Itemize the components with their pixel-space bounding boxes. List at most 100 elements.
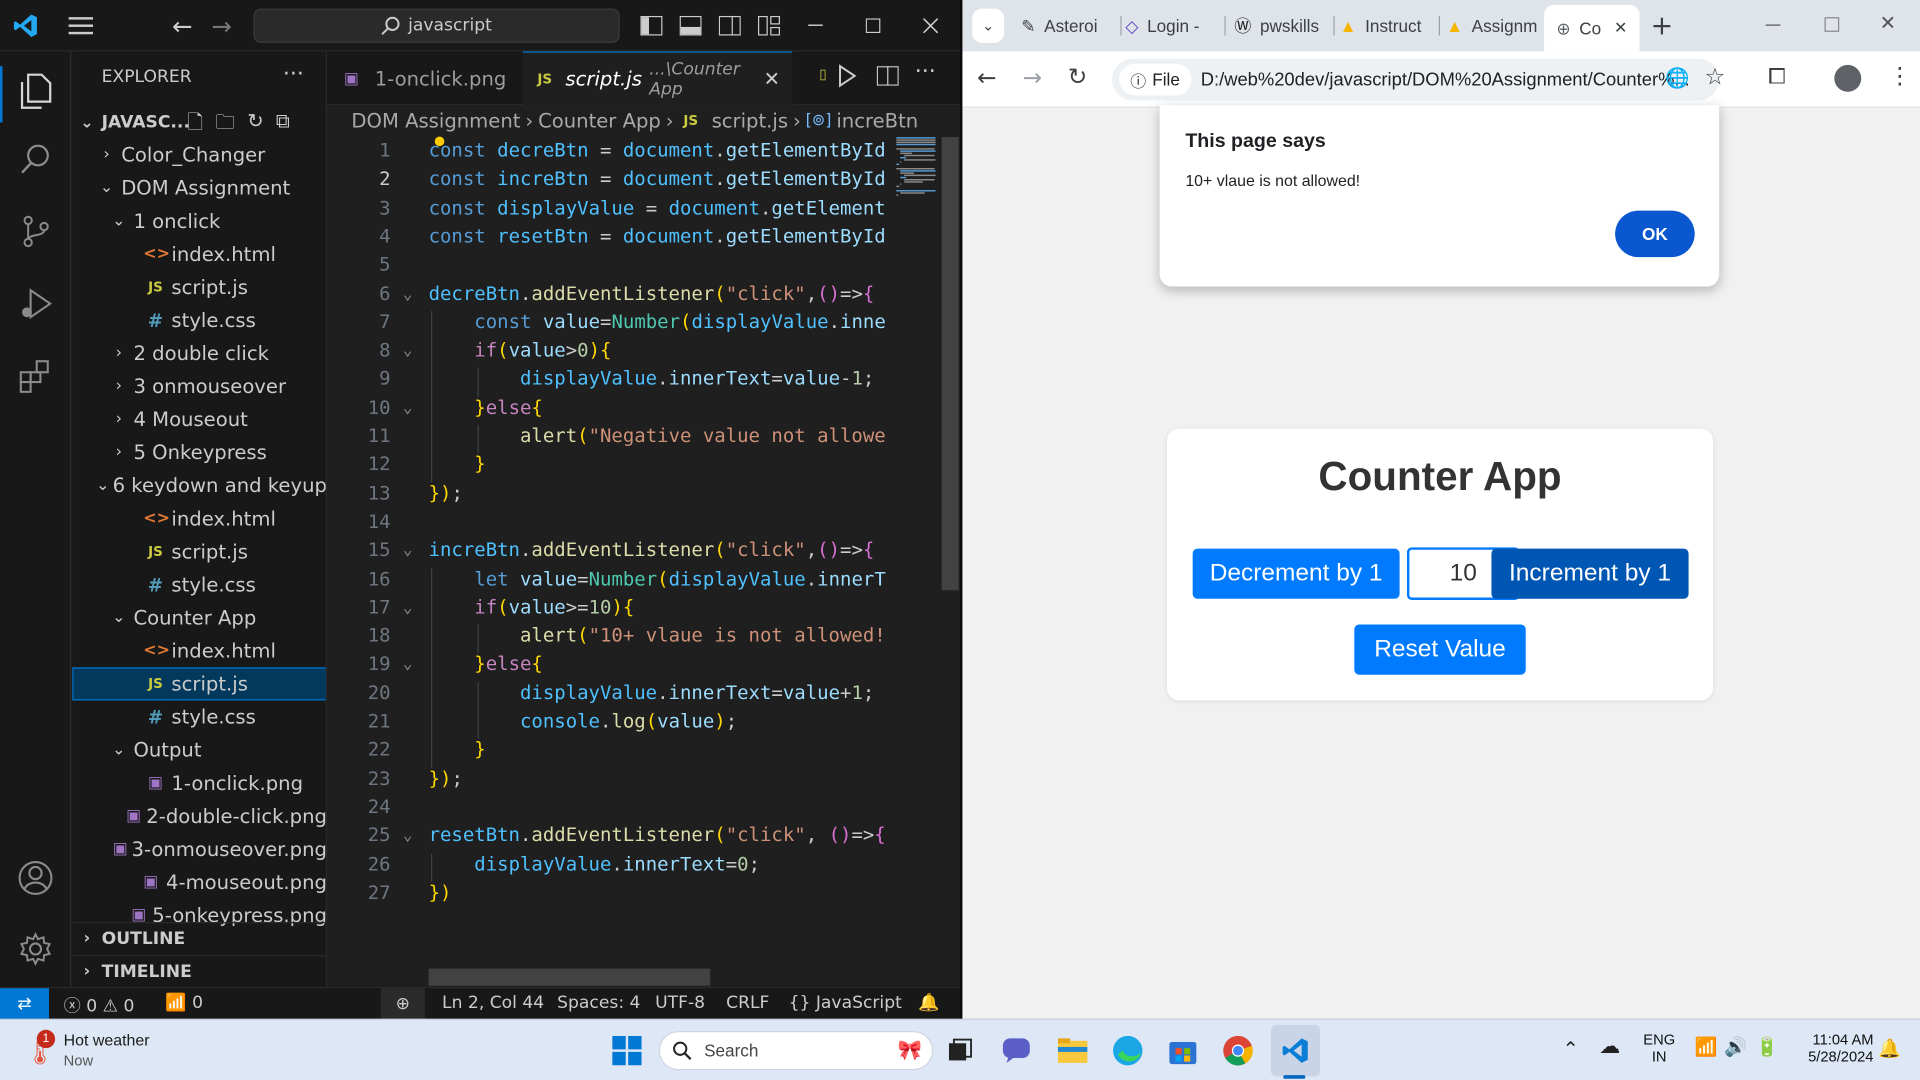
fold-chevron-icon[interactable]: ⌄ [403,399,413,417]
tree-folder[interactable]: › 5 Onkeypress [72,436,325,469]
browser-tab[interactable]: Ⓦpwskills [1234,10,1335,42]
browser-tab[interactable]: ▲ Assignm [1446,10,1547,42]
timeline-section[interactable]: › TIMELINE [72,955,326,987]
tree-folder[interactable]: › 3 onmouseover [72,370,325,403]
onedrive-offline-icon[interactable]: ☁ [1599,1035,1620,1059]
task-view-icon[interactable] [940,1031,979,1070]
tree-folder[interactable]: › Color_Changer [72,138,325,171]
tree-file[interactable]: ▣ 1-onclick.png [72,767,325,800]
tree-file[interactable]: JS script.js [72,667,326,701]
windows-start-icon[interactable] [607,1031,646,1070]
tab-close-icon[interactable]: ✕ [764,67,780,90]
new-tab-icon[interactable]: + [1651,11,1674,42]
indentation[interactable]: Spaces: 4 [557,993,640,1013]
forward-arrow-icon[interactable]: → [1022,65,1041,92]
accounts-icon[interactable] [15,857,57,899]
minimap[interactable] [894,135,943,196]
code-editor[interactable]: 1 const decreBtn = document.getElementByI… [327,135,939,980]
microsoft-store-icon[interactable] [1163,1031,1202,1070]
breadcrumb-item[interactable]: DOM Assignment [351,108,520,131]
show-hidden-icons-chevron-icon[interactable]: ⌃ [1562,1037,1578,1061]
chrome-taskbar-icon[interactable] [1218,1031,1257,1070]
fold-chevron-icon[interactable]: ⌄ [403,656,413,674]
tree-file[interactable]: # style.css [72,304,325,337]
volume-icon[interactable]: 🔊 [1724,1036,1747,1058]
tab-overflow-icon[interactable]: ▯ [819,66,826,82]
ports-indicator[interactable]: 📶 0 [165,993,203,1013]
back-arrow-icon[interactable]: ← [169,11,196,40]
split-editor-icon[interactable] [876,66,899,90]
remote-indicator-icon[interactable]: ⇄ [0,988,49,1019]
battery-icon[interactable]: 🔋 [1756,1036,1779,1058]
tree-file[interactable]: ▣ 3-onmouseover.png [72,833,326,866]
maximize-icon[interactable] [1824,17,1840,32]
vscode-taskbar-icon[interactable] [1276,1031,1315,1070]
browser-tab[interactable]: ▲ Instruct [1340,10,1441,42]
close-icon[interactable] [917,12,944,39]
reset-button[interactable]: Reset Value [1354,624,1526,675]
tree-file[interactable]: # style.css [72,700,325,733]
tree-folder[interactable]: ⌄ Counter App [72,601,325,634]
cursor-position[interactable]: Ln 2, Col 44 [442,993,544,1013]
minimize-icon[interactable] [802,12,829,39]
tree-folder[interactable]: ⌄ 6 keydown and keyup [72,469,326,502]
problems-indicator[interactable]: ⓧ 0 ⚠ 0 [64,993,135,1017]
maximize-icon[interactable] [860,12,887,39]
kebab-menu-icon[interactable]: ⋮ [1888,62,1911,89]
wifi-icon[interactable]: 📶 [1695,1036,1718,1058]
outline-section[interactable]: › OUTLINE [72,922,326,954]
increment-button[interactable]: Increment by 1 [1491,548,1689,599]
customize-layout-icon[interactable] [756,12,783,39]
more-actions-icon[interactable]: ··· [283,61,304,87]
new-folder-icon[interactable]: 🗀 [215,109,235,142]
scrollbar-thumb[interactable] [941,137,959,591]
tree-file[interactable]: ▣ 2-double-click.png [72,800,326,833]
vertical-scrollbar[interactable] [939,134,961,980]
toggle-secondary-sidebar-icon[interactable] [716,12,743,39]
refresh-icon[interactable]: ↻ [247,109,263,142]
language-indicator[interactable]: ENG IN [1643,1031,1675,1065]
tree-folder[interactable]: ⌄ Output [72,733,325,766]
tab-search-icon[interactable]: ⌄ [972,8,1005,43]
manage-gear-icon[interactable] [15,928,57,970]
translate-icon[interactable]: 🌐 [1665,66,1689,89]
clock[interactable]: 11:04 AM 5/28/2024 [1793,1031,1873,1065]
reload-icon[interactable]: ↻ [1068,64,1087,91]
breadcrumb-item[interactable]: script.js [712,108,788,131]
tree-file[interactable]: <> index.html [72,634,325,667]
extensions-puzzle-icon[interactable]: ⧠ [1768,64,1786,90]
ok-button[interactable]: OK [1615,210,1695,258]
bookmark-star-icon[interactable]: ☆ [1705,64,1726,91]
tree-file[interactable]: JS script.js [72,535,325,568]
forward-arrow-icon[interactable]: → [208,11,235,40]
notifications-bell-icon[interactable]: 🔔 [918,993,939,1013]
minimize-icon[interactable] [1765,24,1781,26]
fold-chevron-icon[interactable]: ⌄ [403,599,413,617]
tree-folder[interactable]: › 2 double click [72,337,325,370]
file-explorer-icon[interactable] [1053,1031,1092,1070]
tree-file[interactable]: # style.css [72,568,325,601]
decrement-button[interactable]: Decrement by 1 [1192,548,1400,599]
tree-folder[interactable]: ⌄ DOM Assignment [72,171,325,204]
lightbulb-icon[interactable]: ● [435,135,445,151]
tree-file[interactable]: <> index.html [72,238,325,271]
tab-onclick-png[interactable]: ▣ 1-onclick.png [327,51,520,105]
taskbar-search-box[interactable]: Search 🎀 [658,1031,934,1071]
tree-file[interactable]: ▣ 4-mouseout.png [72,866,325,899]
line-ending[interactable]: CRLF [726,993,769,1013]
tab-close-icon[interactable]: ✕ [1614,18,1627,38]
edge-browser-icon[interactable] [1108,1031,1147,1070]
explorer-root-header[interactable]: ⌄ JAVASC... 🗋 🗀 ↻ ⧉ [72,108,325,137]
zoom-icon[interactable]: ⊕ [380,988,425,1019]
tree-folder[interactable]: ⌄ 1 onclick [72,204,325,237]
breadcrumb-item[interactable]: Counter App [538,108,661,131]
breadcrumb-item[interactable]: increBtn [836,108,918,131]
extensions-icon[interactable] [15,355,57,397]
command-center[interactable]: javascript [253,8,620,43]
fold-chevron-icon[interactable]: ⌄ [403,541,413,559]
new-file-icon[interactable]: 🗋 [187,109,203,142]
collapse-all-icon[interactable]: ⧉ [276,109,290,142]
menu-icon[interactable] [67,12,94,39]
search-icon[interactable] [15,138,57,180]
run-icon[interactable] [838,64,858,93]
